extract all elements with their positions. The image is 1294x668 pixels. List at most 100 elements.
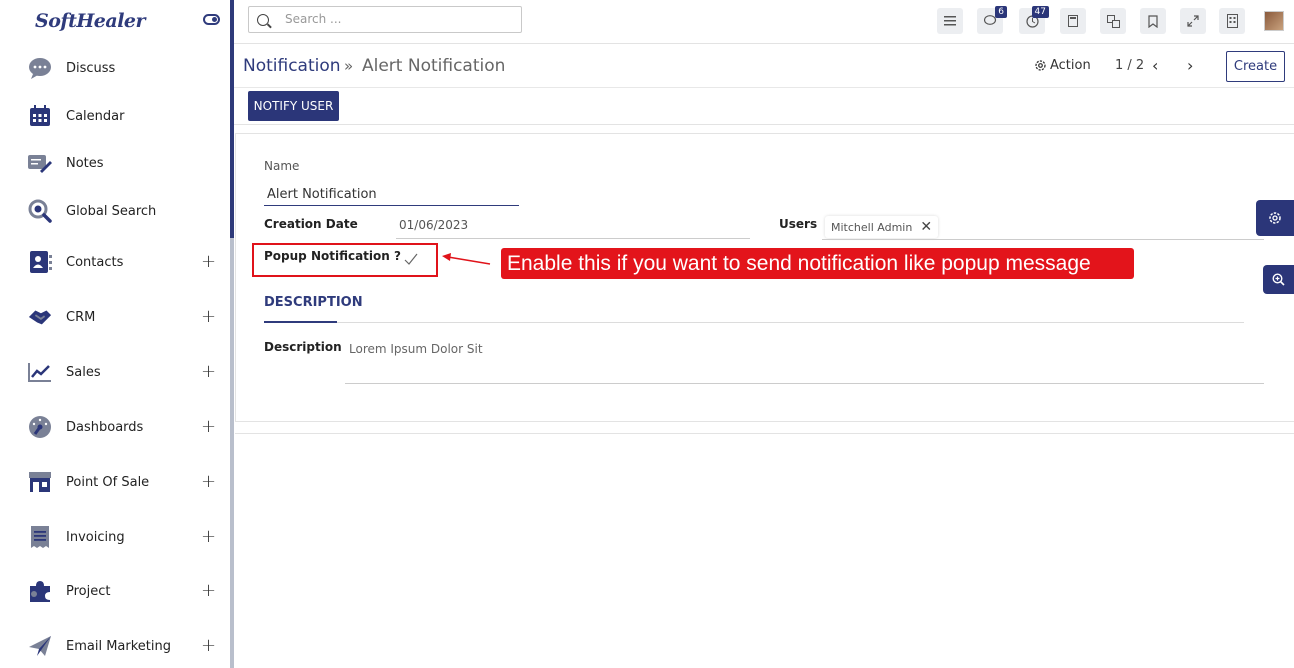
sidebar-item-label: Invoicing	[66, 529, 125, 545]
sidebar-item-label: Calendar	[66, 108, 125, 124]
control-panel: Notification » Alert Notification Action…	[234, 44, 1294, 88]
user-tag[interactable]: Mitchell Admin ✕	[825, 216, 939, 238]
users-label: Users	[779, 217, 818, 231]
sidebar-item-label: Point Of Sale	[66, 474, 150, 490]
expand-icon[interactable]: +	[201, 637, 216, 655]
expand-icon[interactable]: +	[201, 473, 216, 491]
expand-icon[interactable]: +	[201, 528, 216, 546]
activities-badge: 47	[1031, 6, 1049, 18]
action-dropdown[interactable]: Action	[1034, 58, 1091, 73]
chart-line-icon	[28, 360, 52, 384]
search-input[interactable]: Search ...	[248, 6, 522, 33]
sidebar-item-label: Email Marketing	[66, 638, 171, 654]
name-field[interactable]: Alert Notification	[267, 187, 377, 202]
description-underline	[345, 383, 1264, 384]
expand-icon[interactable]: +	[201, 308, 216, 326]
expand-icon[interactable]: +	[201, 253, 216, 271]
activities-button[interactable]: 47	[1019, 6, 1049, 34]
bookmark-button[interactable]	[1140, 8, 1166, 34]
sidebar-item-calendar[interactable]: Calendar	[0, 96, 230, 136]
sidebar-item-label: Global Search	[66, 203, 157, 219]
breadcrumb-parent[interactable]: Notification	[243, 56, 341, 76]
sidebar-item-label: Dashboards	[66, 419, 144, 435]
creation-date-field[interactable]: 01/06/2023	[399, 218, 468, 232]
gear-icon	[1035, 60, 1046, 71]
theme-settings-button[interactable]	[1256, 200, 1294, 236]
creation-date-label: Creation Date	[264, 217, 358, 231]
annotation-callout: Enable this if you want to send notifica…	[501, 248, 1134, 279]
create-button[interactable]: Create	[1226, 51, 1285, 82]
gear-icon	[1269, 212, 1281, 224]
name-label: Name	[264, 159, 300, 173]
annotation-highlight-box	[252, 243, 438, 277]
annotation-arrow-icon	[442, 253, 491, 265]
bookmark-icon	[1148, 14, 1158, 28]
sidebar-item-notes[interactable]: Notes	[0, 143, 230, 183]
sidebar-toggle-icon[interactable]	[203, 14, 220, 25]
calculator-button[interactable]	[1060, 8, 1086, 34]
notes-icon	[28, 151, 52, 175]
user-tag-label: Mitchell Admin	[831, 220, 913, 234]
sidebar-item-discuss[interactable]: Discuss	[0, 48, 230, 88]
sidebar-item-project[interactable]: Project +	[0, 571, 230, 611]
tab-active-indicator	[264, 321, 337, 323]
contacts-icon	[28, 250, 52, 274]
list-icon	[944, 16, 956, 26]
messages-button[interactable]: 6	[977, 6, 1007, 34]
sidebar: SoftHealer Discuss Calendar Notes Global…	[0, 0, 230, 668]
divider	[235, 433, 1294, 434]
fullscreen-button[interactable]	[1180, 8, 1206, 34]
pager-value[interactable]: 1 / 2	[1115, 58, 1144, 73]
chevron-left-icon[interactable]: ‹	[1152, 56, 1158, 75]
sidebar-item-global-search[interactable]: Global Search	[0, 191, 230, 231]
sidebar-item-label: Sales	[66, 364, 101, 380]
handshake-icon	[28, 305, 52, 329]
sidebar-item-sales[interactable]: Sales +	[0, 352, 230, 392]
global-search-icon	[28, 199, 52, 223]
form-statusbar: NOTIFY USER	[234, 88, 1294, 125]
action-label: Action	[1050, 58, 1091, 73]
sidebar-item-email-marketing[interactable]: Email Marketing +	[0, 626, 230, 666]
breadcrumb-current: Alert Notification	[362, 56, 506, 76]
expand-icon[interactable]: +	[201, 418, 216, 436]
sidebar-item-dashboards[interactable]: Dashboards +	[0, 407, 230, 447]
sidebar-item-invoicing[interactable]: Invoicing +	[0, 517, 230, 557]
store-icon	[28, 470, 52, 494]
zoom-button[interactable]	[1263, 265, 1294, 294]
puzzle-icon	[28, 579, 52, 603]
calculator-icon	[1068, 15, 1078, 27]
calendar-icon	[28, 104, 52, 128]
expand-icon[interactable]: +	[201, 582, 216, 600]
zoom-in-icon	[1272, 273, 1285, 286]
gauge-icon	[28, 415, 52, 439]
close-icon[interactable]: ✕	[920, 219, 932, 235]
search-placeholder: Search ...	[285, 12, 342, 26]
tab-description[interactable]: DESCRIPTION	[264, 295, 363, 310]
user-avatar[interactable]	[1264, 11, 1284, 31]
expand-icon[interactable]: +	[201, 363, 216, 381]
description-field[interactable]: Lorem Ipsum Dolor Sit	[349, 342, 483, 356]
tab-divider	[264, 322, 1244, 323]
sidebar-item-point-of-sale[interactable]: Point Of Sale +	[0, 462, 230, 502]
company-button[interactable]	[1219, 8, 1245, 34]
sidebar-item-contacts[interactable]: Contacts +	[0, 242, 230, 282]
sidebar-item-label: Contacts	[66, 254, 124, 270]
invoice-icon	[28, 525, 52, 549]
translate-icon	[1106, 14, 1120, 28]
sidebar-item-crm[interactable]: CRM +	[0, 297, 230, 337]
breadcrumb-separator: »	[344, 57, 354, 75]
notify-user-button[interactable]: NOTIFY USER	[248, 91, 339, 121]
top-navbar: Search ... 6 47	[234, 0, 1294, 44]
users-field-underline	[822, 239, 1264, 240]
menu-list-button[interactable]	[937, 8, 963, 34]
sidebar-item-label: Notes	[66, 155, 104, 171]
sidebar-item-label: Discuss	[66, 60, 116, 76]
building-icon	[1226, 14, 1238, 28]
messages-badge: 6	[995, 6, 1007, 18]
softhealer-logo[interactable]: SoftHealer	[35, 10, 146, 32]
chat-bubble-icon	[28, 56, 52, 80]
paper-plane-icon	[28, 634, 52, 658]
translate-button[interactable]	[1100, 8, 1126, 34]
chevron-right-icon[interactable]: ›	[1187, 56, 1193, 75]
creation-date-underline	[396, 238, 750, 239]
